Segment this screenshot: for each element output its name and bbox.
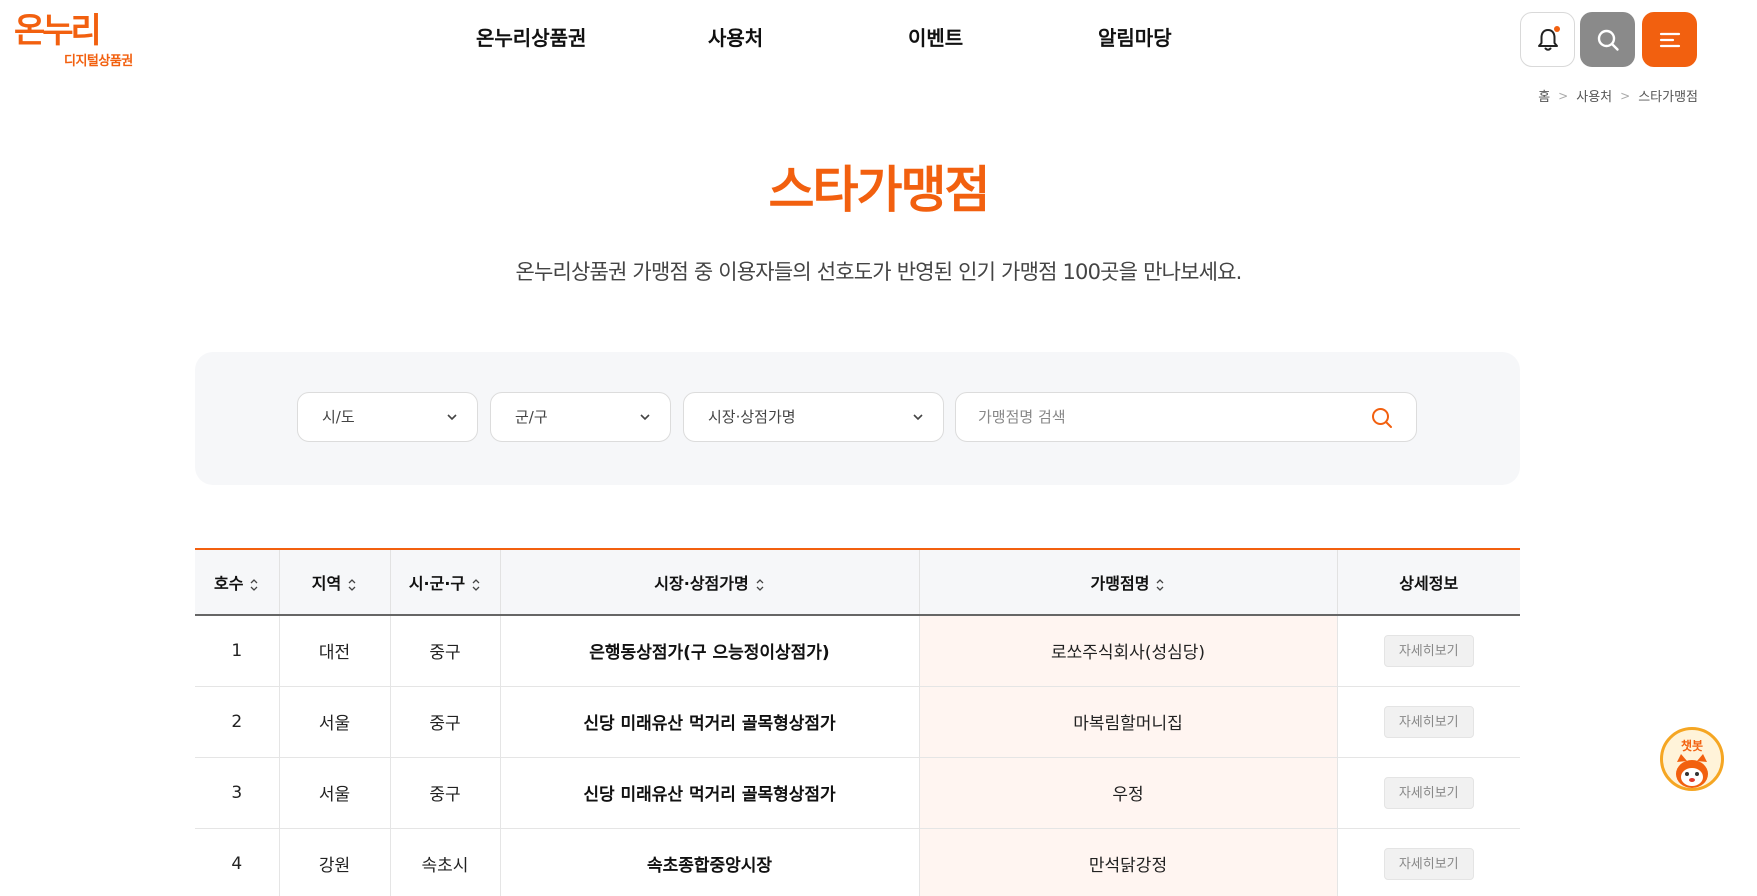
filter-panel: 시/도 군/구 시장·상점가명 <box>195 352 1520 485</box>
detail-button[interactable]: 자세히보기 <box>1383 705 1474 738</box>
table-header-row: 호수 지역 시·군·구 시장·상점가명 가맹점명 상세정보 <box>195 549 1520 616</box>
cell-district: 중구 <box>390 757 501 829</box>
cell-region: 서울 <box>279 686 391 758</box>
chevron-right-icon: > <box>1620 88 1631 103</box>
detail-button[interactable]: 자세히보기 <box>1383 776 1474 809</box>
cell-detail: 자세히보기 <box>1337 828 1520 896</box>
sort-icon <box>472 578 480 591</box>
page-title: 스타가맹점 <box>768 161 991 219</box>
chevron-down-icon <box>913 414 923 421</box>
nav-item-onnuri-voucher[interactable]: 온누리상품권 <box>476 20 586 56</box>
cell-detail: 자세히보기 <box>1337 757 1520 829</box>
cell-market: 은행동상점가(구 으능정이상점가) <box>500 615 920 687</box>
column-header-market[interactable]: 시장·상점가명 <box>500 549 920 616</box>
table-row: 3 서울 중구 신당 미래유산 먹거리 골목형상점가 우정 자세히보기 <box>195 757 1520 829</box>
column-header-detail: 상세정보 <box>1337 549 1520 616</box>
cell-district: 속초시 <box>390 828 501 896</box>
shop-search-field <box>955 392 1417 442</box>
notification-button[interactable] <box>1520 12 1575 67</box>
chevron-down-icon <box>447 414 457 421</box>
cell-district: 중구 <box>390 686 501 758</box>
notification-dot <box>1554 26 1560 32</box>
cell-shop: 우정 <box>919 757 1338 829</box>
cell-detail: 자세히보기 <box>1337 615 1520 687</box>
cell-market: 신당 미래유산 먹거리 골목형상점가 <box>500 686 920 758</box>
sort-icon <box>1156 578 1164 591</box>
table-row: 1 대전 중구 은행동상점가(구 으능정이상점가) 로쏘주식회사(성심당) 자세… <box>195 615 1520 687</box>
breadcrumb-usage-places[interactable]: 사용처 <box>1576 86 1612 105</box>
search-icon <box>1597 29 1619 51</box>
sort-icon <box>756 578 764 591</box>
column-header-district[interactable]: 시·군·구 <box>390 549 501 616</box>
chatbot-button[interactable]: 챗봇 <box>1660 727 1724 791</box>
cell-no: 1 <box>195 615 280 687</box>
cell-detail: 자세히보기 <box>1337 686 1520 758</box>
sort-icon <box>251 578 258 591</box>
search-icon[interactable] <box>1370 406 1394 430</box>
sort-icon <box>348 578 356 591</box>
cell-market: 신당 미래유산 먹거리 골목형상점가 <box>500 757 920 829</box>
cell-region: 대전 <box>279 615 391 687</box>
detail-button[interactable]: 자세히보기 <box>1383 634 1474 667</box>
cell-shop: 마복림할머니집 <box>919 686 1338 758</box>
chatbot-icon <box>1676 754 1708 788</box>
header-search-button[interactable] <box>1580 12 1635 67</box>
menu-icon <box>1659 32 1680 47</box>
cell-shop: 로쏘주식회사(성심당) <box>919 615 1338 687</box>
cell-no: 3 <box>195 757 280 829</box>
market-select-value: 시장·상점가명 <box>708 408 796 426</box>
cell-district: 중구 <box>390 615 501 687</box>
nav-item-events[interactable]: 이벤트 <box>908 20 963 56</box>
cell-region: 서울 <box>279 757 391 829</box>
market-select[interactable]: 시장·상점가명 <box>683 392 944 442</box>
logo-main-text: 온누리 <box>14 11 102 51</box>
breadcrumb-home[interactable]: 홈 <box>1538 86 1550 105</box>
table-row: 4 강원 속초시 속초종합중앙시장 만석닭강정 자세히보기 <box>195 828 1520 896</box>
page-description: 온누리상품권 가맹점 중 이용자들의 선호도가 반영된 인기 가맹점 100곳을… <box>515 260 1242 284</box>
nav-item-usage-places[interactable]: 사용처 <box>708 20 763 56</box>
gungu-select[interactable]: 군/구 <box>490 392 671 442</box>
sido-select[interactable]: 시/도 <box>297 392 478 442</box>
nav-item-notices[interactable]: 알림마당 <box>1098 20 1172 56</box>
menu-button[interactable] <box>1642 12 1697 67</box>
column-header-no[interactable]: 호수 <box>195 549 280 616</box>
cell-region: 강원 <box>279 828 391 896</box>
star-shops-table: 호수 지역 시·군·구 시장·상점가명 가맹점명 상세정보 1 대전 중구 은행… <box>195 548 1520 896</box>
detail-button[interactable]: 자세히보기 <box>1383 847 1474 880</box>
table-row: 2 서울 중구 신당 미래유산 먹거리 골목형상점가 마복림할머니집 자세히보기 <box>195 686 1520 758</box>
chevron-right-icon: > <box>1558 88 1569 103</box>
column-header-region[interactable]: 지역 <box>279 549 391 616</box>
cell-market: 속초종합중앙시장 <box>500 828 920 896</box>
chevron-down-icon <box>640 414 650 421</box>
cell-shop: 만석닭강정 <box>919 828 1338 896</box>
sido-select-value: 시/도 <box>322 408 355 426</box>
shop-search-input[interactable] <box>978 393 1358 441</box>
breadcrumb: 홈 > 사용처 > 스타가맹점 <box>1538 86 1698 106</box>
site-logo[interactable]: 온누리 디지털상품권 <box>14 11 144 69</box>
column-header-shop[interactable]: 가맹점명 <box>919 549 1338 616</box>
cell-no: 2 <box>195 686 280 758</box>
breadcrumb-current: 스타가맹점 <box>1638 90 1698 105</box>
cell-no: 4 <box>195 828 280 896</box>
gungu-select-value: 군/구 <box>515 408 548 426</box>
logo-sub-text: 디지털상품권 <box>64 54 133 69</box>
